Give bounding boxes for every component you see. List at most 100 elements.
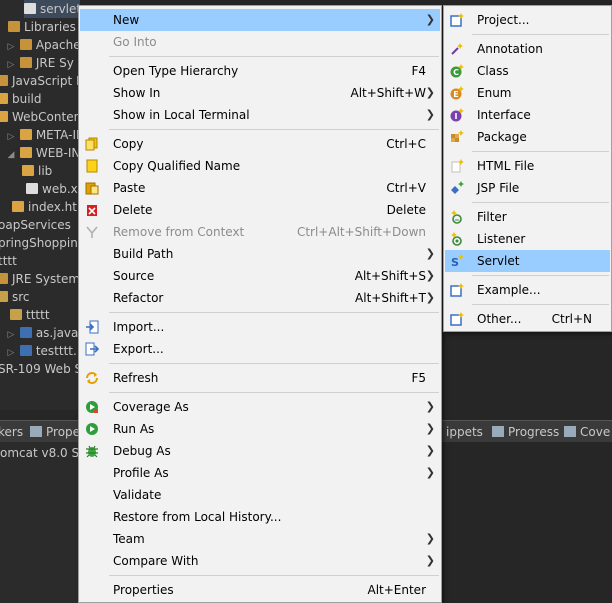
- copy-icon: [85, 137, 98, 151]
- submenu-arrow-icon: ❯: [425, 269, 435, 282]
- menu-item-build-path[interactable]: Build Path ❯: [80, 243, 440, 265]
- tree-item-web-inf[interactable]: ◢ WEB-INF: [6, 144, 80, 162]
- new-project-icon: [450, 13, 464, 27]
- xml-file-icon: [26, 183, 38, 194]
- submenu-item-other[interactable]: Other... Ctrl+N: [445, 308, 610, 330]
- tab-coverage[interactable]: Cove: [564, 421, 610, 443]
- refresh-icon: [86, 372, 98, 384]
- remove-context-icon: [86, 226, 98, 238]
- submenu-arrow-icon: ❯: [425, 466, 435, 479]
- menu-item-copy[interactable]: Copy Ctrl+C: [80, 133, 440, 155]
- tree-item-web-xml[interactable]: web.xn: [26, 180, 80, 198]
- collapse-arrow-icon[interactable]: ◢: [6, 146, 16, 164]
- class-icon: C: [450, 64, 464, 78]
- folder-icon: [19, 147, 32, 158]
- menu-item-run-as[interactable]: Run As ❯: [80, 418, 440, 440]
- tree-item-libraries[interactable]: Libraries: [8, 18, 76, 36]
- menu-separator: [472, 202, 609, 203]
- html-file-icon: [451, 159, 464, 173]
- tab-properties[interactable]: Prope: [30, 421, 80, 443]
- submenu-item-listener[interactable]: Listener: [445, 228, 610, 250]
- menu-item-remove-from-context[interactable]: Remove from Context Ctrl+Alt+Shift+Down: [80, 221, 440, 243]
- tree-item-apache[interactable]: ▷ Apache: [6, 36, 80, 54]
- menu-item-restore-local-history[interactable]: Restore from Local History...: [80, 506, 440, 528]
- submenu-item-jsp-file[interactable]: JSP File: [445, 177, 610, 199]
- tree-item-meta-inf[interactable]: ▷ META-IN: [6, 126, 80, 144]
- menu-item-team[interactable]: Team ❯: [80, 528, 440, 550]
- submenu-arrow-icon: ❯: [425, 291, 435, 304]
- menu-item-refresh[interactable]: Refresh F5: [80, 367, 440, 389]
- menu-item-export[interactable]: Export...: [80, 338, 440, 360]
- file-icon: [24, 3, 36, 14]
- menu-item-compare-with[interactable]: Compare With ❯: [80, 550, 440, 572]
- menu-item-open-type-hierarchy[interactable]: Open Type Hierarchy F4: [80, 60, 440, 82]
- tree-item-javascript[interactable]: JavaScript R: [0, 72, 80, 90]
- submenu-arrow-icon: ❯: [425, 86, 435, 99]
- enum-icon: E: [450, 86, 464, 100]
- menu-item-new[interactable]: New ❯: [80, 9, 440, 31]
- tab-markers[interactable]: kers: [0, 421, 23, 443]
- menu-item-validate[interactable]: Validate: [80, 484, 440, 506]
- menu-item-properties[interactable]: Properties Alt+Enter: [80, 579, 440, 601]
- library-icon: [8, 21, 20, 32]
- menu-item-profile-as[interactable]: Profile As ❯: [80, 462, 440, 484]
- tree-item-src[interactable]: src: [0, 288, 30, 306]
- tree-item-as-java[interactable]: ▷ as.java: [6, 324, 79, 342]
- menu-item-show-in-local-terminal[interactable]: Show in Local Terminal ❯: [80, 104, 440, 126]
- menu-separator: [472, 151, 609, 152]
- folder-icon: [0, 93, 8, 104]
- submenu-item-class[interactable]: C Class: [445, 60, 610, 82]
- tree-item-webcontent[interactable]: WebContent: [0, 108, 80, 126]
- submenu-item-interface[interactable]: I Interface: [445, 104, 610, 126]
- tree-item-tttt[interactable]: tttt: [0, 252, 17, 270]
- library-icon: [0, 273, 8, 284]
- tree-item-index-html[interactable]: index.htm: [12, 198, 80, 216]
- menu-item-import[interactable]: Import...: [80, 316, 440, 338]
- submenu-arrow-icon: ❯: [425, 108, 435, 121]
- package-icon: [10, 309, 22, 320]
- tree-item-soapservices[interactable]: oapServices: [0, 216, 71, 234]
- svg-text:S: S: [451, 256, 459, 268]
- server-tomcat[interactable]: omcat v8.0 Se: [0, 444, 87, 462]
- submenu-item-example[interactable]: Example...: [445, 279, 610, 301]
- library-icon: [19, 39, 32, 50]
- svg-text:E: E: [453, 90, 458, 99]
- tab-progress[interactable]: Progress: [492, 421, 559, 443]
- menu-item-paste[interactable]: Paste Ctrl+V: [80, 177, 440, 199]
- run-icon: [86, 423, 98, 435]
- submenu-item-html-file[interactable]: HTML File: [445, 155, 610, 177]
- tree-item-jre-system[interactable]: JRE System: [0, 270, 80, 288]
- annotation-icon: [451, 43, 463, 55]
- menu-item-go-into[interactable]: Go Into: [80, 31, 440, 53]
- menu-item-copy-qualified-name[interactable]: Copy Qualified Name: [80, 155, 440, 177]
- project-explorer: servlet Libraries ▷ Apache ▷ JRE Sy Java…: [0, 0, 80, 410]
- tree-item-testttt[interactable]: ▷ testttt.: [6, 342, 77, 360]
- submenu-item-enum[interactable]: E Enum: [445, 82, 610, 104]
- menu-item-debug-as[interactable]: Debug As ❯: [80, 440, 440, 462]
- menu-item-source[interactable]: Source Alt+Shift+S ❯: [80, 265, 440, 287]
- tree-item-lib[interactable]: lib: [22, 162, 52, 180]
- submenu-arrow-icon: ❯: [425, 422, 435, 435]
- menu-item-coverage-as[interactable]: Coverage As ❯: [80, 396, 440, 418]
- filter-icon: =: [451, 210, 462, 224]
- copy-qualified-icon: [86, 159, 98, 173]
- submenu-item-servlet[interactable]: S Servlet: [445, 250, 610, 272]
- submenu-item-filter[interactable]: = Filter: [445, 206, 610, 228]
- submenu-item-package[interactable]: Package: [445, 126, 610, 148]
- menu-item-delete[interactable]: Delete Delete: [80, 199, 440, 221]
- tab-snippets[interactable]: ippets: [446, 421, 483, 443]
- interface-icon: I: [450, 108, 464, 122]
- svg-text:C: C: [453, 68, 459, 77]
- submenu-item-annotation[interactable]: Annotation: [445, 38, 610, 60]
- menu-item-show-in[interactable]: Show In Alt+Shift+W ❯: [80, 82, 440, 104]
- tree-item-package[interactable]: ttttt: [10, 306, 50, 324]
- menu-item-refactor[interactable]: Refactor Alt+Shift+T ❯: [80, 287, 440, 309]
- tree-item-jsr109[interactable]: SR-109 Web S: [0, 360, 80, 378]
- submenu-item-project[interactable]: Project...: [445, 9, 610, 31]
- tree-item-springshopping[interactable]: pringShoppin: [0, 234, 78, 252]
- submenu-arrow-icon: ❯: [425, 554, 435, 567]
- tree-item-jre[interactable]: ▷ JRE Sy: [6, 54, 74, 72]
- svg-text:=: =: [454, 217, 459, 224]
- tree-item-build[interactable]: build: [0, 90, 42, 108]
- tree-item-servlet[interactable]: servlet: [24, 0, 80, 18]
